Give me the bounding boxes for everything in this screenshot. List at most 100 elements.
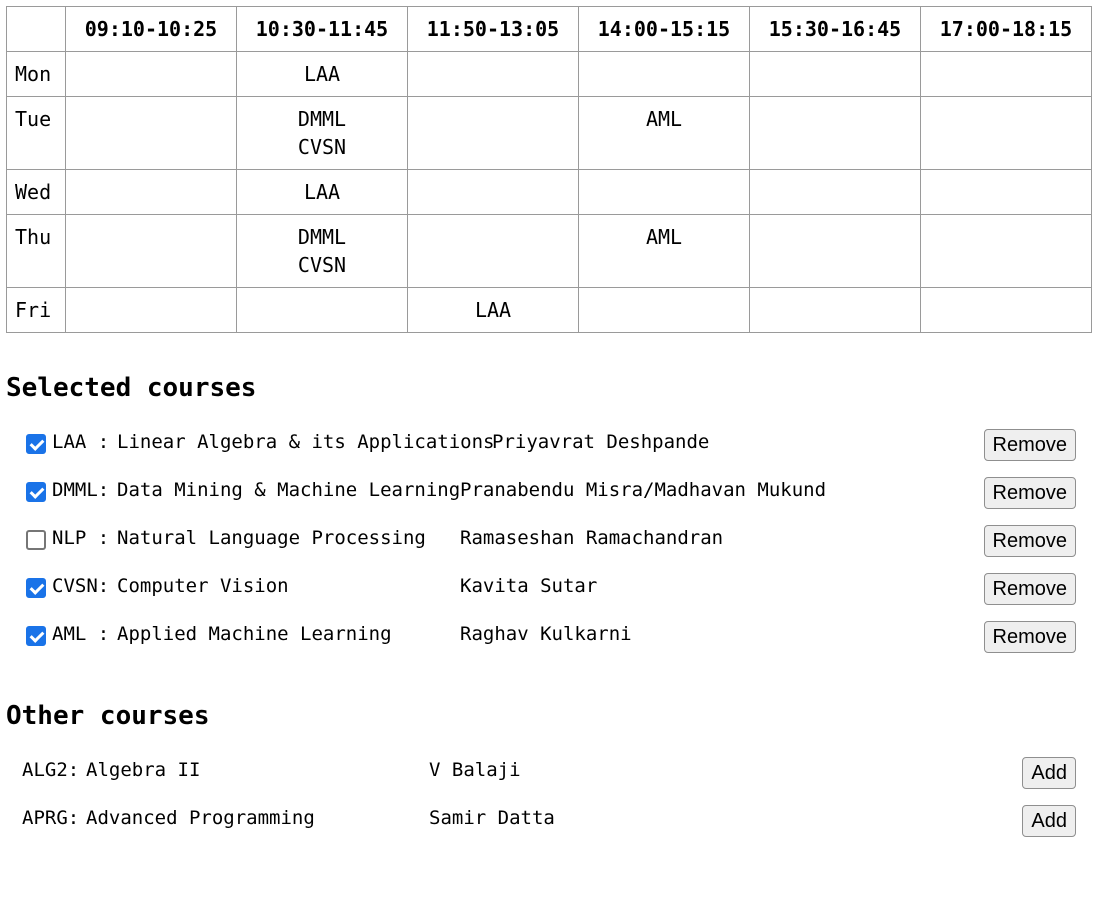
course-code-entry: LAA — [474, 298, 512, 322]
timetable-cell — [407, 214, 579, 288]
course-checkbox[interactable] — [26, 578, 46, 598]
other-courses-heading: Other courses — [6, 701, 210, 731]
course-code-entry: DMML — [297, 107, 347, 131]
selected-course-row: CVSN: Computer Vision Kavita Sutar Remov… — [20, 571, 1076, 607]
day-label: Wed — [6, 169, 66, 215]
timetable-cell — [920, 51, 1092, 97]
timetable-cell: DMML CVSN — [236, 214, 408, 288]
timetable-body: Mon LAA Tue DMML CVSN AML Wed LAA Thu DMM… — [6, 51, 1092, 333]
timetable-cell — [65, 287, 237, 333]
day-label: Thu — [6, 214, 66, 288]
timetable-cell: LAA — [407, 287, 579, 333]
course-code-entry: AML — [645, 107, 683, 131]
timetable-cell — [749, 169, 921, 215]
selected-course-row: DMML: Data Mining & Machine Learning Pra… — [20, 475, 1076, 511]
remove-course-button[interactable]: Remove — [983, 477, 1076, 509]
selected-course-row: LAA : Linear Algebra & its Applications … — [20, 427, 1076, 463]
timetable-cell — [407, 51, 579, 97]
course-checkbox[interactable] — [26, 434, 46, 454]
selected-courses-heading: Selected courses — [6, 373, 257, 403]
timetable-cell: AML — [578, 214, 750, 288]
course-instructor: Samir Datta — [429, 807, 555, 829]
course-instructor: Kavita Sutar — [460, 575, 598, 597]
course-code: AML : — [52, 623, 110, 645]
course-name: Computer Vision — [117, 575, 289, 597]
timetable-header-row: 09:10-10:25 10:30-11:45 11:50-13:05 14:0… — [6, 6, 1092, 52]
timetable-cell — [920, 169, 1092, 215]
selected-course-row: NLP : Natural Language Processing Ramase… — [20, 523, 1076, 559]
course-instructor: Ramaseshan Ramachandran — [460, 527, 724, 549]
slot-header: 10:30-11:45 — [236, 6, 408, 52]
course-name: Algebra II — [86, 759, 201, 781]
add-course-button[interactable]: Add — [1022, 805, 1076, 837]
course-code: LAA : — [52, 431, 110, 453]
timetable-cell — [407, 169, 579, 215]
timetable-cell — [65, 96, 237, 170]
day-label: Tue — [6, 96, 66, 170]
course-code-entry: DMML — [297, 225, 347, 249]
timetable-corner — [6, 6, 66, 52]
timetable-cell — [578, 169, 750, 215]
slot-header: 09:10-10:25 — [65, 6, 237, 52]
course-instructor: V Balaji — [429, 759, 521, 781]
timetable-cell — [749, 96, 921, 170]
timetable-row: Thu DMML CVSN AML — [6, 214, 1092, 288]
remove-course-button[interactable]: Remove — [983, 525, 1076, 557]
course-name: Data Mining & Machine Learning — [117, 479, 461, 501]
day-label: Fri — [6, 287, 66, 333]
timetable-cell — [578, 51, 750, 97]
timetable-row: Tue DMML CVSN AML — [6, 96, 1092, 170]
timetable-cell — [749, 287, 921, 333]
timetable-cell — [749, 51, 921, 97]
course-checkbox[interactable] — [26, 482, 46, 502]
timetable-row: Fri LAA — [6, 287, 1092, 333]
timetable-row: Mon LAA — [6, 51, 1092, 97]
timetable-cell — [65, 169, 237, 215]
timetable-cell: DMML CVSN — [236, 96, 408, 170]
course-code-entry: LAA — [303, 180, 341, 204]
timetable: 09:10-10:25 10:30-11:45 11:50-13:05 14:0… — [6, 6, 1092, 333]
course-name: Natural Language Processing — [117, 527, 426, 549]
remove-course-button[interactable]: Remove — [983, 573, 1076, 605]
timetable-cell: AML — [578, 96, 750, 170]
course-code: NLP : — [52, 527, 110, 549]
course-code-entry: LAA — [303, 62, 341, 86]
timetable-cell — [578, 287, 750, 333]
timetable-cell — [236, 287, 408, 333]
course-code: APRG: — [22, 807, 80, 829]
day-label: Mon — [6, 51, 66, 97]
remove-course-button[interactable]: Remove — [983, 621, 1076, 653]
course-instructor: Raghav Kulkarni — [460, 623, 632, 645]
course-code-entry: CVSN — [297, 135, 347, 159]
timetable-cell — [920, 214, 1092, 288]
timetable-cell — [920, 96, 1092, 170]
course-checkbox[interactable] — [26, 626, 46, 646]
selected-course-row: AML : Applied Machine Learning Raghav Ku… — [20, 619, 1076, 655]
slot-header: 15:30-16:45 — [749, 6, 921, 52]
course-instructor: Pranabendu Misra/Madhavan Mukund — [460, 479, 827, 501]
course-name: Advanced Programming — [86, 807, 315, 829]
slot-header: 14:00-15:15 — [578, 6, 750, 52]
timetable-cell — [920, 287, 1092, 333]
course-code-entry: CVSN — [297, 253, 347, 277]
slot-header: 17:00-18:15 — [920, 6, 1092, 52]
course-code: ALG2: — [22, 759, 80, 781]
slot-header: 11:50-13:05 — [407, 6, 579, 52]
course-checkbox[interactable] — [26, 530, 46, 550]
course-instructor: Priyavrat Deshpande — [492, 431, 710, 453]
other-course-row: ALG2: Algebra II V Balaji Add — [22, 755, 1076, 791]
course-name: Applied Machine Learning — [117, 623, 392, 645]
timetable-cell — [65, 51, 237, 97]
timetable-cell: LAA — [236, 169, 408, 215]
timetable-cell: LAA — [236, 51, 408, 97]
other-course-row: APRG: Advanced Programming Samir Datta A… — [22, 803, 1076, 839]
timetable-cell — [407, 96, 579, 170]
add-course-button[interactable]: Add — [1022, 757, 1076, 789]
timetable-cell — [749, 214, 921, 288]
remove-course-button[interactable]: Remove — [983, 429, 1076, 461]
course-code: CVSN: — [52, 575, 110, 597]
course-code: DMML: — [52, 479, 110, 501]
course-code-entry: AML — [645, 225, 683, 249]
timetable-row: Wed LAA — [6, 169, 1092, 215]
course-name: Linear Algebra & its Applications — [117, 431, 495, 453]
